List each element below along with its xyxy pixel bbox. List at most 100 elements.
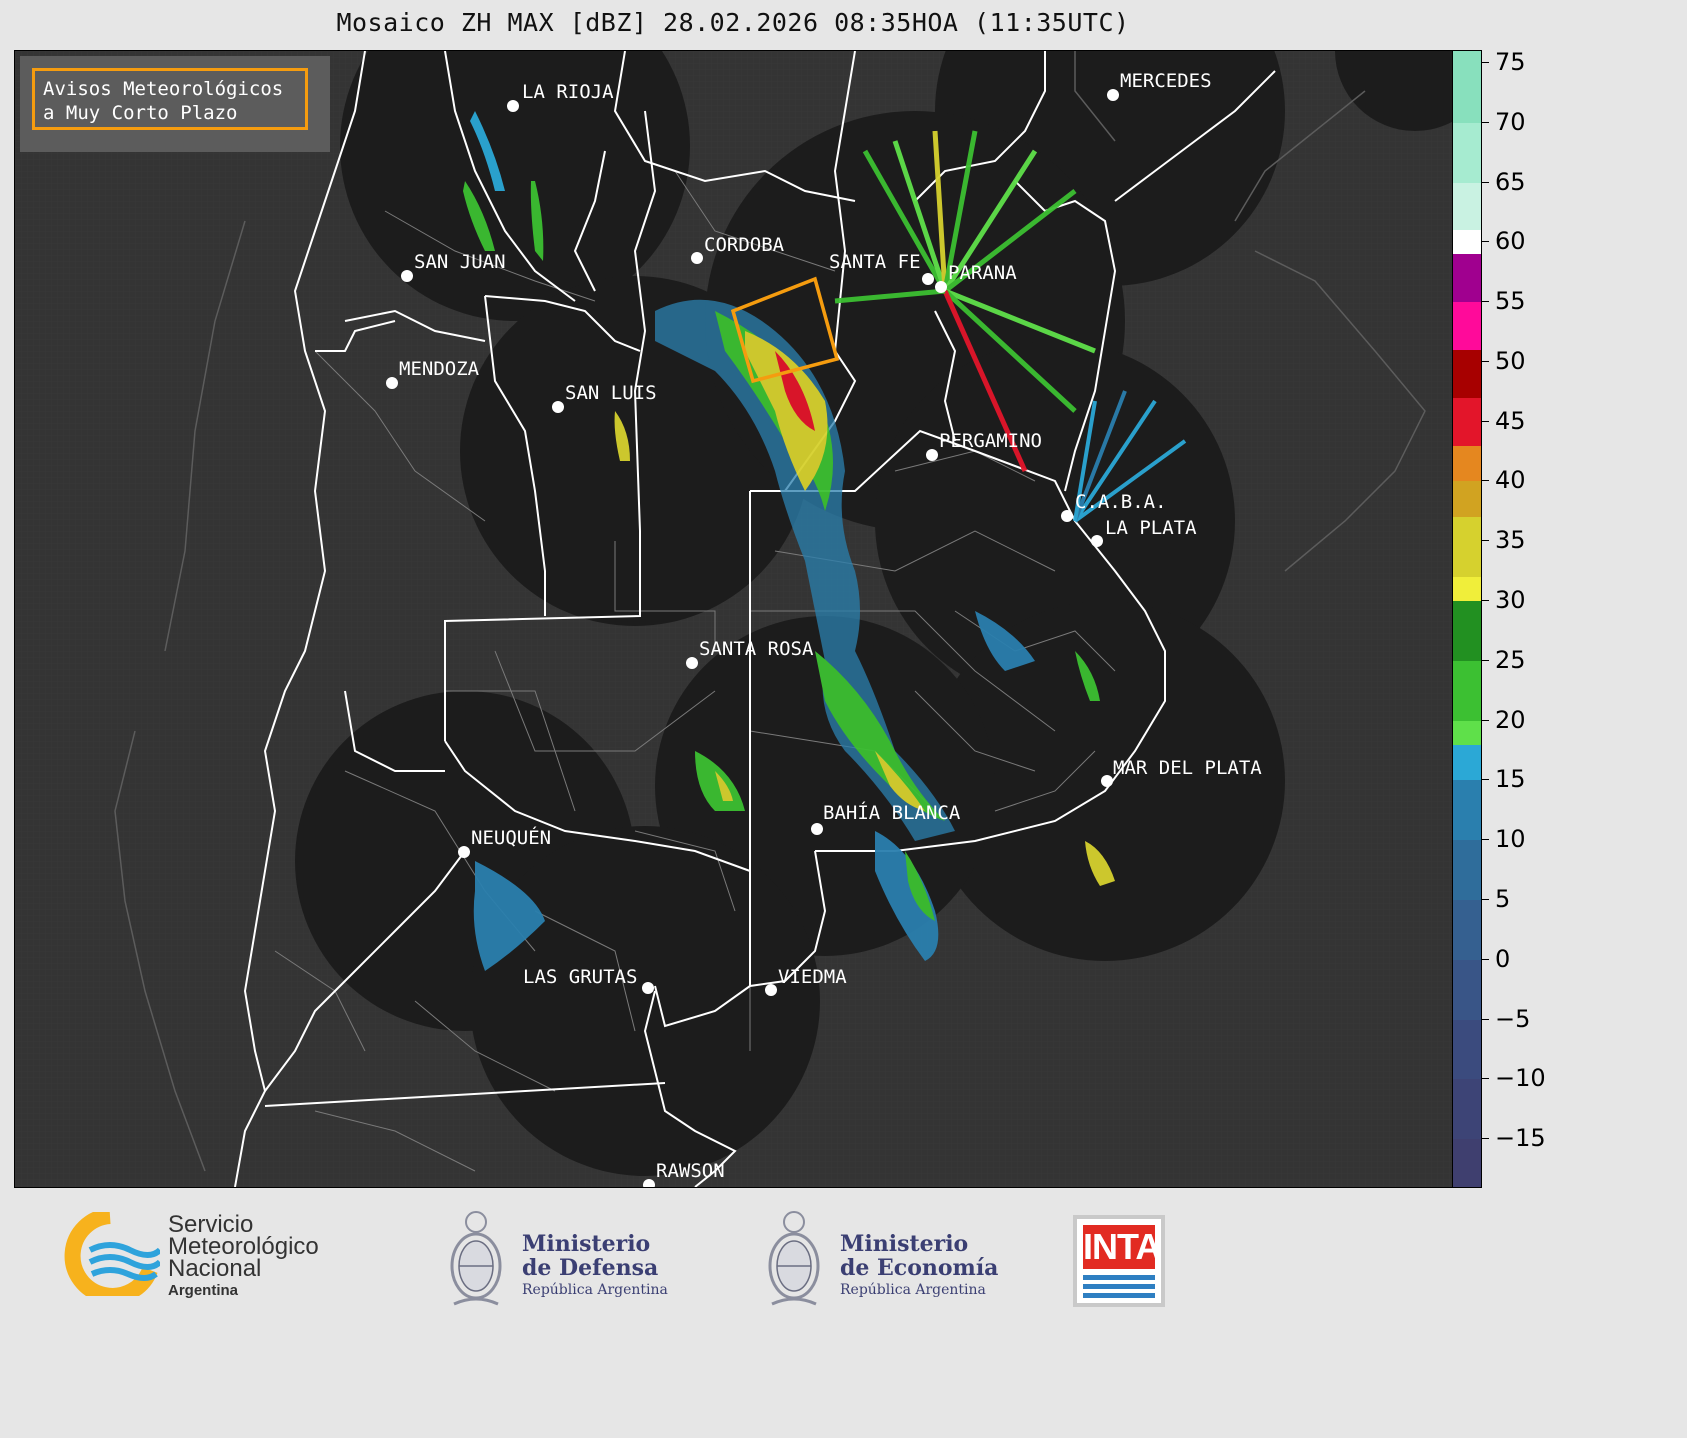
colorbar-segment bbox=[1453, 230, 1481, 255]
colorbar-tick-label: 25 bbox=[1495, 645, 1526, 674]
smn-logo-icon bbox=[64, 1212, 160, 1296]
colorbar-tick-label: 55 bbox=[1495, 287, 1526, 316]
colorbar-tick bbox=[1481, 659, 1489, 661]
city-label: LAS GRUTAS bbox=[523, 966, 637, 988]
colorbar-segment bbox=[1453, 481, 1481, 518]
colorbar-segment bbox=[1453, 840, 1481, 900]
economia-line3: República Argentina bbox=[840, 1282, 986, 1298]
city-label: SANTA ROSA bbox=[699, 638, 814, 660]
colorbar-tick-label: 0 bbox=[1495, 944, 1511, 973]
colorbar-segment bbox=[1453, 51, 1481, 123]
ministerio-defensa: Ministerio de Defensa República Argentin… bbox=[522, 1232, 668, 1300]
warning-legend-line1: Avisos Meteorológicos bbox=[43, 78, 284, 100]
city-label: C.A.B.A. bbox=[1075, 491, 1167, 513]
colorbar-segment bbox=[1453, 1019, 1481, 1080]
colorbar-tick-label: 35 bbox=[1495, 526, 1526, 555]
economia-line1: Ministerio bbox=[840, 1231, 969, 1257]
colorbar-segment bbox=[1453, 900, 1481, 960]
colorbar-tick-label: 10 bbox=[1495, 825, 1526, 854]
colorbar-tick-label: 20 bbox=[1495, 705, 1526, 734]
smn-name: Servicio Meteorológico Nacional Argentin… bbox=[168, 1213, 319, 1302]
colorbar-segment bbox=[1453, 349, 1481, 398]
colorbar-tick bbox=[1481, 61, 1489, 63]
colorbar-segment bbox=[1453, 744, 1481, 781]
colorbar-tick bbox=[1481, 540, 1489, 542]
city-label: MENDOZA bbox=[399, 358, 480, 380]
city-label: SANTA FE bbox=[829, 251, 921, 273]
colorbar-tick bbox=[1481, 241, 1489, 243]
city-label: SAN JUAN bbox=[414, 251, 506, 273]
colorbar-tick bbox=[1481, 121, 1489, 123]
smn-line4: Argentina bbox=[168, 1282, 239, 1299]
colorbar-tick-label: 50 bbox=[1495, 346, 1526, 375]
colorbar-tick bbox=[1481, 360, 1489, 362]
city-label: VIEDMA bbox=[778, 966, 847, 988]
colorbar-segment bbox=[1453, 959, 1481, 1020]
colorbar-tick bbox=[1481, 1018, 1489, 1020]
colorbar-tick-label: −5 bbox=[1495, 1004, 1531, 1033]
defensa-line2: de Defensa bbox=[522, 1255, 659, 1281]
city-label: MAR DEL PLATA bbox=[1113, 757, 1262, 779]
colorbar-tick bbox=[1481, 181, 1489, 183]
defensa-line3: República Argentina bbox=[522, 1282, 668, 1298]
city-label: MERCEDES bbox=[1120, 70, 1212, 92]
colorbar-tick bbox=[1481, 301, 1489, 303]
colorbar-tick bbox=[1481, 1138, 1489, 1140]
radar-map[interactable]: LA RIOJA MERCEDES CORDOBA SAN JUAN SANTA… bbox=[14, 50, 1454, 1188]
city-label: PERGAMINO bbox=[939, 430, 1042, 452]
colorbar-segment bbox=[1453, 720, 1481, 745]
map-title: Mosaico ZH MAX [dBZ] 28.02.2026 08:35HOA… bbox=[336, 8, 1130, 37]
colorbar-tick bbox=[1481, 839, 1489, 841]
colorbar-segment bbox=[1453, 182, 1481, 231]
colorbar-tick-label: 65 bbox=[1495, 167, 1526, 196]
colorbar-tick bbox=[1481, 958, 1489, 960]
colorbar-segment bbox=[1453, 601, 1481, 661]
smn-line3: Nacional bbox=[168, 1255, 262, 1282]
colorbar-tick bbox=[1481, 480, 1489, 482]
coat-of-arms-icon bbox=[768, 1211, 820, 1306]
colorbar-tick bbox=[1481, 899, 1489, 900]
colorbar-segment bbox=[1453, 1139, 1481, 1187]
city-label: NEUQUÉN bbox=[471, 826, 551, 849]
colorbar-tick bbox=[1481, 1078, 1489, 1080]
colorbar-tick bbox=[1481, 719, 1489, 721]
economia-line2: de Economía bbox=[840, 1255, 999, 1281]
radar-map-canvas: LA RIOJA MERCEDES CORDOBA SAN JUAN SANTA… bbox=[15, 51, 1453, 1187]
colorbar-tick-label: 40 bbox=[1495, 466, 1526, 495]
city-label: CORDOBA bbox=[704, 234, 785, 256]
colorbar-segment bbox=[1453, 660, 1481, 721]
city-label: RAWSON bbox=[656, 1160, 725, 1182]
colorbar-segment bbox=[1453, 302, 1481, 350]
colorbar-tick-label: 45 bbox=[1495, 406, 1526, 435]
city-label: LA PLATA bbox=[1105, 517, 1197, 539]
city-label: PARANA bbox=[948, 262, 1017, 284]
inta-logo: INTA bbox=[1073, 1215, 1165, 1307]
colorbar-segment bbox=[1453, 254, 1481, 303]
colorbar-segment bbox=[1453, 517, 1481, 578]
colorbar-segment bbox=[1453, 1079, 1481, 1140]
colorbar-tick-label: 70 bbox=[1495, 107, 1526, 136]
warning-legend[interactable]: Avisos Meteorológicos a Muy Corto Plazo bbox=[32, 68, 308, 130]
colorbar-segment bbox=[1453, 780, 1481, 841]
colorbar-ticks: 75 70 65 60 55 50 45 40 35 30 25 20 15 10 5 0 −5 −10 −15 bbox=[1481, 47, 1568, 1186]
colorbar-tick-label: 75 bbox=[1495, 47, 1526, 76]
colorbar-tick-label: −10 bbox=[1495, 1064, 1546, 1093]
colorbar-tick bbox=[1481, 600, 1489, 602]
colorbar-segment bbox=[1453, 445, 1481, 482]
city-label: SAN LUIS bbox=[565, 382, 657, 404]
city-label: BAHÍA BLANCA bbox=[823, 801, 961, 824]
colorbar-segment bbox=[1453, 122, 1481, 183]
defensa-line1: Ministerio bbox=[522, 1231, 651, 1257]
inta-logo-text: INTA bbox=[1083, 1225, 1161, 1269]
ministerio-economia: Ministerio de Economía República Argenti… bbox=[840, 1232, 998, 1300]
colorbar-tick bbox=[1481, 420, 1489, 422]
warning-legend-line2: a Muy Corto Plazo bbox=[43, 102, 238, 124]
colorbar-tick-label: 5 bbox=[1495, 885, 1511, 913]
city-label: LA RIOJA bbox=[522, 81, 614, 103]
colorbar-tick-label: 15 bbox=[1495, 765, 1526, 794]
coat-of-arms-icon bbox=[450, 1211, 502, 1306]
colorbar-tick-label: 60 bbox=[1495, 227, 1526, 256]
colorbar-tick bbox=[1481, 779, 1489, 781]
colorbar-tick-label: −15 bbox=[1495, 1124, 1546, 1153]
colorbar-segment bbox=[1453, 397, 1481, 446]
